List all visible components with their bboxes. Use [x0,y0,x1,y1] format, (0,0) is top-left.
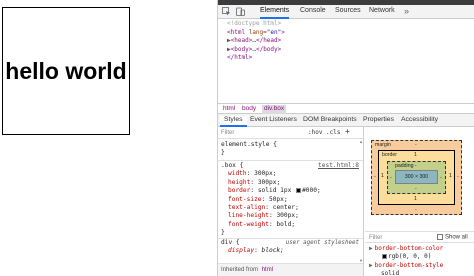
computed-value-border-bottom-style: solid [381,270,400,276]
decl-line-height[interactable]: line-height: 300px; [218,212,363,220]
content-size-value: 300 × 300 [404,174,429,180]
element-style-rule: element.style { } [218,141,363,158]
decl-border[interactable]: border: solid 1px #000; [218,187,363,195]
user-agent-label: user agent stylesheet [285,240,359,246]
tab-elements[interactable]: Elements [260,7,290,19]
tab-dom-breakpoints[interactable]: DOM Breakpoints [303,116,357,127]
html-tag: html [230,28,246,36]
div-ua-rule: div { user agent stylesheet display: blo… [218,239,363,256]
doctype-text: <!doctype html> [227,20,282,27]
decl-width[interactable]: width: 300px; [218,170,363,178]
margin-left-value: - [374,174,376,180]
decl-text-align[interactable]: text-align: center; [218,204,363,212]
decl-height[interactable]: height: 300px; [218,179,363,187]
box-rule: .box { test.html:8 width: 300px; height:… [218,162,363,238]
page-viewport: hello world [0,0,217,276]
hello-box: hello world [2,7,130,135]
div-selector[interactable]: div { [221,239,240,246]
padding-label: padding - [395,163,417,169]
computed-prop-border-bottom-style[interactable]: ▶ border-bottom-style [369,262,443,269]
margin-bottom-value: - [415,207,417,213]
body-close-tag: body [263,45,278,53]
box-selector[interactable]: .box { [221,162,243,169]
styles-scrollbar[interactable]: ▲ ▼ [359,139,363,263]
hello-text: hello world [5,57,127,84]
tab-sources[interactable]: Sources [335,7,361,19]
margin-right-value: - [457,174,459,180]
scroll-down-icon[interactable]: ▼ [359,258,363,263]
devtools-toolbar: Elements Console Sources Network » [218,5,474,19]
hov-button[interactable]: :hov [308,129,322,136]
rule-divider [218,160,363,161]
border-right-value: 1 [449,173,452,179]
html-close-tag: </html> [227,54,253,62]
breadcrumb-html[interactable]: html [221,105,237,114]
tab-console[interactable]: Console [300,7,326,19]
border-bottom-value: 1 [414,196,417,202]
decl-font-weight[interactable]: font-weight: bold; [218,221,363,229]
breadcrumb: html body div.box [218,103,474,114]
inherited-label: Inherited from [221,267,259,273]
breadcrumb-div-box[interactable]: div.box [262,105,287,114]
tab-properties[interactable]: Properties [363,116,394,127]
computed-filter-bar: Filter Show all [365,231,474,243]
inherited-tag-link[interactable]: html [262,267,273,273]
styles-subtabs: Styles Event Listeners DOM Breakpoints P… [218,114,474,127]
add-rule-button[interactable]: + [345,127,350,136]
dom-tree: <!doctype html> <html lang="en"> ▶<head>… [218,19,474,103]
computed-value-border-bottom-color: rgb(0, 0, 0) [381,253,431,260]
padding-bottom-value: - [415,186,417,192]
dom-body-line[interactable]: ▶<body>…</body> [218,46,474,55]
head-close-tag: head [263,37,278,45]
chevron-right-icon[interactable]: ▶ [369,245,373,252]
dom-doctype-line[interactable]: <!doctype html> [218,20,474,29]
tab-styles[interactable]: Styles [220,116,247,127]
styles-filter-bar: Filter :hov .cls + [218,127,363,139]
border-label: border [382,152,397,158]
scroll-up-icon[interactable]: ▲ [359,139,363,144]
box-rule-close: } [221,229,225,237]
device-toggle-icon[interactable] [236,7,245,16]
show-all-label: Show all [445,234,468,241]
styles-filter-input[interactable]: Filter [221,130,234,136]
element-style-selector[interactable]: element.style { [221,141,277,148]
html-lang-attr: lang [248,28,264,36]
border-top-value: 1 [414,152,417,158]
margin-label: margin [375,142,391,148]
show-all-toggle[interactable]: Show all [437,234,468,241]
padding-left-value: - [390,175,392,181]
decl-font-size[interactable]: font-size: 50px; [218,196,363,204]
head-tag: head [234,37,249,45]
computed-prop-border-bottom-color[interactable]: ▶ border-bottom-color [369,245,443,252]
box-rule-source-link[interactable]: test.html:8 [318,162,359,170]
box-model-diagram: margin - - - - border 1 1 1 1 padding - … [371,140,462,215]
styles-pane: Filter :hov .cls + element.style { } .bo… [218,127,364,276]
dom-head-line[interactable]: ▶<head>…</head> [218,37,474,46]
dom-html-line[interactable]: <html lang="en"> [218,29,474,38]
show-all-checkbox[interactable] [437,234,443,240]
element-style-close: } [221,149,225,157]
tab-event-listeners[interactable]: Event Listeners [250,116,297,127]
color-swatch [382,254,387,259]
tab-network[interactable]: Network [369,7,395,19]
chevron-right-icon[interactable]: ▶ [369,262,373,269]
inherited-from-header: Inherited from html [218,263,363,276]
color-swatch[interactable] [296,187,302,193]
box-model-content[interactable]: 300 × 300 [395,170,438,184]
padding-right-value: - [440,175,442,181]
devtools-panel: Elements Console Sources Network » <!doc… [217,0,474,276]
margin-top-value: - [415,142,417,148]
tab-accessibility[interactable]: Accessibility [401,116,438,127]
computed-filter-input[interactable]: Filter [369,235,382,241]
border-left-value: 1 [381,173,384,179]
decl-display[interactable]: display: block; [218,247,363,255]
body-tag: body [234,45,249,53]
inspect-icon[interactable] [222,7,231,16]
more-tabs-button[interactable]: » [404,6,409,16]
html-lang-value: "en" [266,28,282,36]
computed-pane: margin - - - - border 1 1 1 1 padding - … [365,127,474,276]
dom-html-close-line[interactable]: </html> [218,54,474,63]
breadcrumb-body[interactable]: body [240,105,258,114]
cls-button[interactable]: .cls [326,129,340,136]
